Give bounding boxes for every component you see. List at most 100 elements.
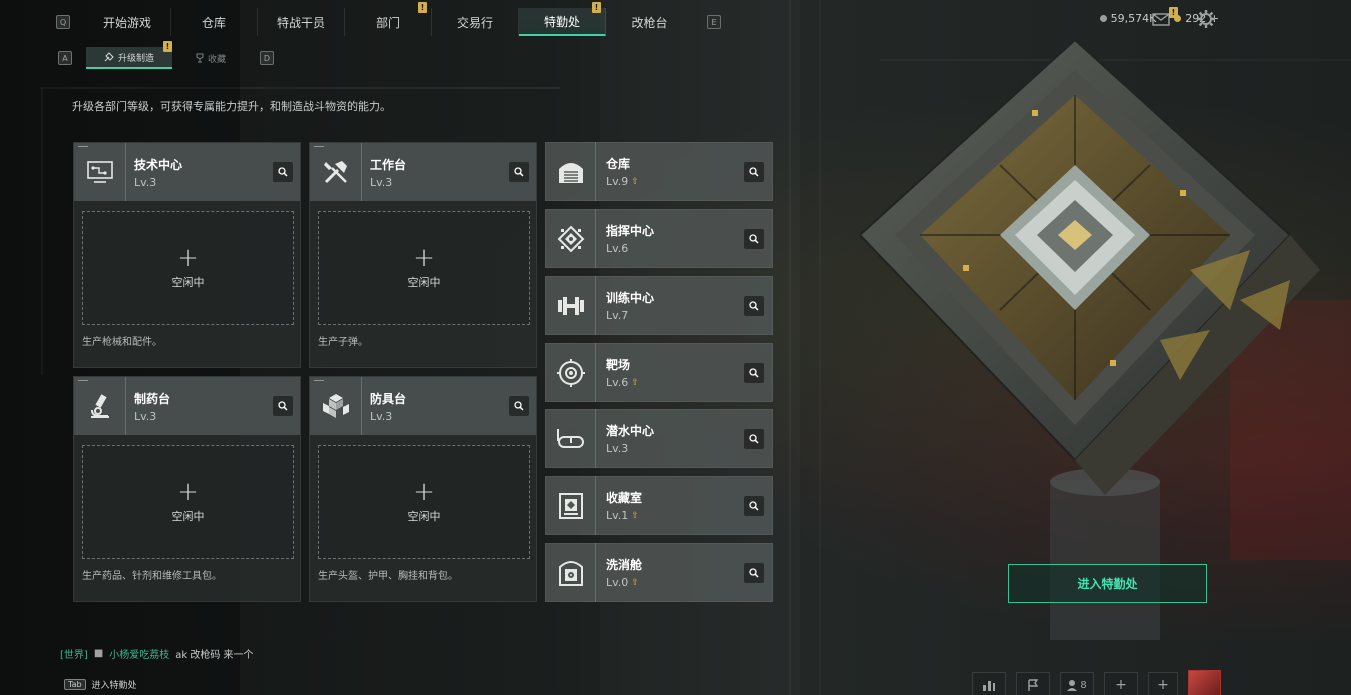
search-icon[interactable]	[509, 162, 529, 182]
slot-status: 空闲中	[407, 510, 441, 523]
tab-gunsmith[interactable]: 改枪台	[606, 8, 693, 36]
tab-label: 改枪台	[631, 15, 668, 30]
card-title: 制药台	[134, 391, 171, 406]
search-icon[interactable]	[744, 296, 764, 316]
tab-label: 仓库	[201, 15, 226, 30]
production-card-workbench[interactable]: 工作台 Lv.3 + 空闲中 生产子弹。	[309, 142, 537, 368]
search-icon[interactable]	[744, 429, 764, 449]
tab-trading[interactable]: 交易行	[432, 8, 519, 36]
department-collection-room[interactable]: 收藏室 Lv.1 ⇧	[545, 476, 773, 535]
tab-operators[interactable]: 特战干员	[258, 8, 345, 36]
subnav-prev-key-hint[interactable]: A	[58, 51, 72, 65]
chat-message: ak 改枪码 来一个	[175, 650, 254, 661]
subnav-next-key-hint[interactable]: D	[260, 51, 274, 65]
add-friend-button[interactable]: +	[1104, 672, 1138, 695]
chat-line[interactable]: [世界] ■ 小杨爱吃荔枝 ak 改枪码 来一个	[60, 646, 254, 661]
card-description: 生产药品、针剂和维修工具包。	[82, 571, 222, 582]
department-decontamination[interactable]: 洗消舱 Lv.0 ⇧	[545, 543, 773, 602]
tab-warehouse[interactable]: 仓库	[171, 8, 258, 36]
subtab-label: 收藏	[208, 54, 227, 65]
card-description: 生产头盔、护甲、胸挂和背包。	[318, 571, 458, 582]
plus-icon: +	[177, 243, 199, 273]
department-warehouse[interactable]: 仓库 Lv.9 ⇧	[545, 142, 773, 201]
special-ops-cube	[858, 38, 1320, 500]
tab-label: 开始游戏	[102, 15, 151, 30]
search-icon[interactable]	[273, 396, 293, 416]
production-slot[interactable]: + 空闲中	[82, 211, 294, 325]
production-card-pharmacy[interactable]: 制药台 Lv.3 + 空闲中 生产药品、针剂和维修工具包。	[73, 376, 301, 602]
department-level: Lv.0	[606, 576, 629, 589]
subtab-upgrade-craft[interactable]: 升级制造 !	[86, 41, 172, 69]
page-description: 升级各部门等级，可获得专属能力提升，和制造战斗物资的能力。	[72, 100, 391, 113]
notification-badge: !	[163, 41, 172, 52]
corner-mark	[314, 380, 324, 381]
department-level: Lv.3	[606, 442, 629, 455]
card-title: 技术中心	[134, 157, 183, 172]
department-level-row: Lv.9 ⇧	[606, 175, 639, 188]
tab-departments[interactable]: 部门!	[345, 2, 432, 36]
stats-icon[interactable]	[972, 672, 1006, 695]
mail-icon[interactable]: !	[1152, 7, 1178, 26]
production-slot[interactable]: + 空闲中	[318, 445, 530, 559]
coin-icon	[1099, 15, 1107, 22]
friends-count: 8	[1080, 679, 1087, 691]
department-command-center[interactable]: 指挥中心 Lv.6	[545, 209, 773, 268]
tab-special-ops[interactable]: 特勤处!	[519, 2, 606, 36]
avatar[interactable]	[1188, 670, 1221, 695]
plus-icon: +	[413, 477, 435, 507]
tab-label: 部门	[375, 15, 400, 30]
friends-button[interactable]: 8	[1060, 672, 1094, 695]
coins-display[interactable]: 59,574K	[1099, 12, 1156, 25]
search-icon[interactable]	[744, 563, 764, 583]
tab-label: 交易行	[456, 15, 493, 30]
search-icon[interactable]	[744, 229, 764, 249]
department-info: 训练中心 Lv.7	[596, 289, 654, 322]
corner-mark	[78, 146, 88, 147]
search-icon[interactable]	[273, 162, 293, 182]
bottom-toolbar: 8 + +	[972, 672, 1178, 695]
search-icon[interactable]	[744, 496, 764, 516]
microscope-icon	[74, 377, 126, 435]
flag-icon[interactable]	[1016, 672, 1050, 695]
department-level-row: Lv.0 ⇧	[606, 576, 642, 589]
tab-start-game[interactable]: 开始游戏	[84, 8, 171, 36]
craft-icon	[104, 52, 114, 62]
card-level: Lv.3	[370, 409, 393, 423]
department-level-row: Lv.1 ⇧	[606, 509, 642, 522]
department-shooting-range[interactable]: 靶场 Lv.6 ⇧	[545, 343, 773, 402]
workbench-icon	[310, 143, 362, 201]
department-level: Lv.9	[606, 175, 629, 188]
department-info: 洗消舱 Lv.0 ⇧	[596, 556, 642, 589]
tab-hint-label: 进入特勤处	[91, 681, 137, 691]
department-training-center[interactable]: 训练中心 Lv.7	[545, 276, 773, 335]
production-card-tech-center[interactable]: 技术中心 Lv.3 + 空闲中 生产枪械和配件。	[73, 142, 301, 368]
trophy-icon	[196, 53, 204, 63]
enter-special-ops-button[interactable]: 进入特勤处	[1008, 564, 1207, 603]
add-party-button[interactable]: +	[1148, 672, 1178, 695]
nav-next-key-hint[interactable]: E	[707, 15, 721, 29]
subtab-collection[interactable]: 收藏	[186, 47, 246, 69]
department-diving-center[interactable]: 潜水中心 Lv.3	[545, 409, 773, 468]
tab-key-hint[interactable]: Tab 进入特勤处	[64, 678, 137, 691]
department-name: 潜水中心	[606, 424, 655, 438]
card-header: 工作台 Lv.3	[310, 143, 536, 201]
gear-icon[interactable]	[1196, 9, 1216, 29]
chat-channel: [世界]	[60, 650, 88, 661]
notification-badge: !	[592, 2, 601, 13]
department-name: 仓库	[606, 157, 631, 171]
search-icon[interactable]	[509, 396, 529, 416]
collection-room-icon	[546, 476, 596, 535]
production-slot[interactable]: + 空闲中	[318, 211, 530, 325]
production-card-armor-bench[interactable]: 防具台 Lv.3 + 空闲中 生产头盔、护甲、胸挂和背包。	[309, 376, 537, 602]
top-nav: Q 开始游戏 仓库 特战干员 部门! 交易行 特勤处! 改枪台 E	[56, 2, 721, 36]
notification-badge: !	[418, 2, 427, 13]
search-icon[interactable]	[744, 162, 764, 182]
nav-prev-key-hint[interactable]: Q	[56, 15, 70, 29]
department-info: 靶场 Lv.6 ⇧	[596, 356, 639, 389]
search-icon[interactable]	[744, 363, 764, 383]
production-slot[interactable]: + 空闲中	[82, 445, 294, 559]
card-level: Lv.3	[370, 175, 393, 189]
subtab-label: 升级制造	[117, 53, 154, 64]
department-info: 潜水中心 Lv.3	[596, 422, 654, 455]
chat-username[interactable]: 小杨爱吃荔枝	[109, 646, 169, 661]
